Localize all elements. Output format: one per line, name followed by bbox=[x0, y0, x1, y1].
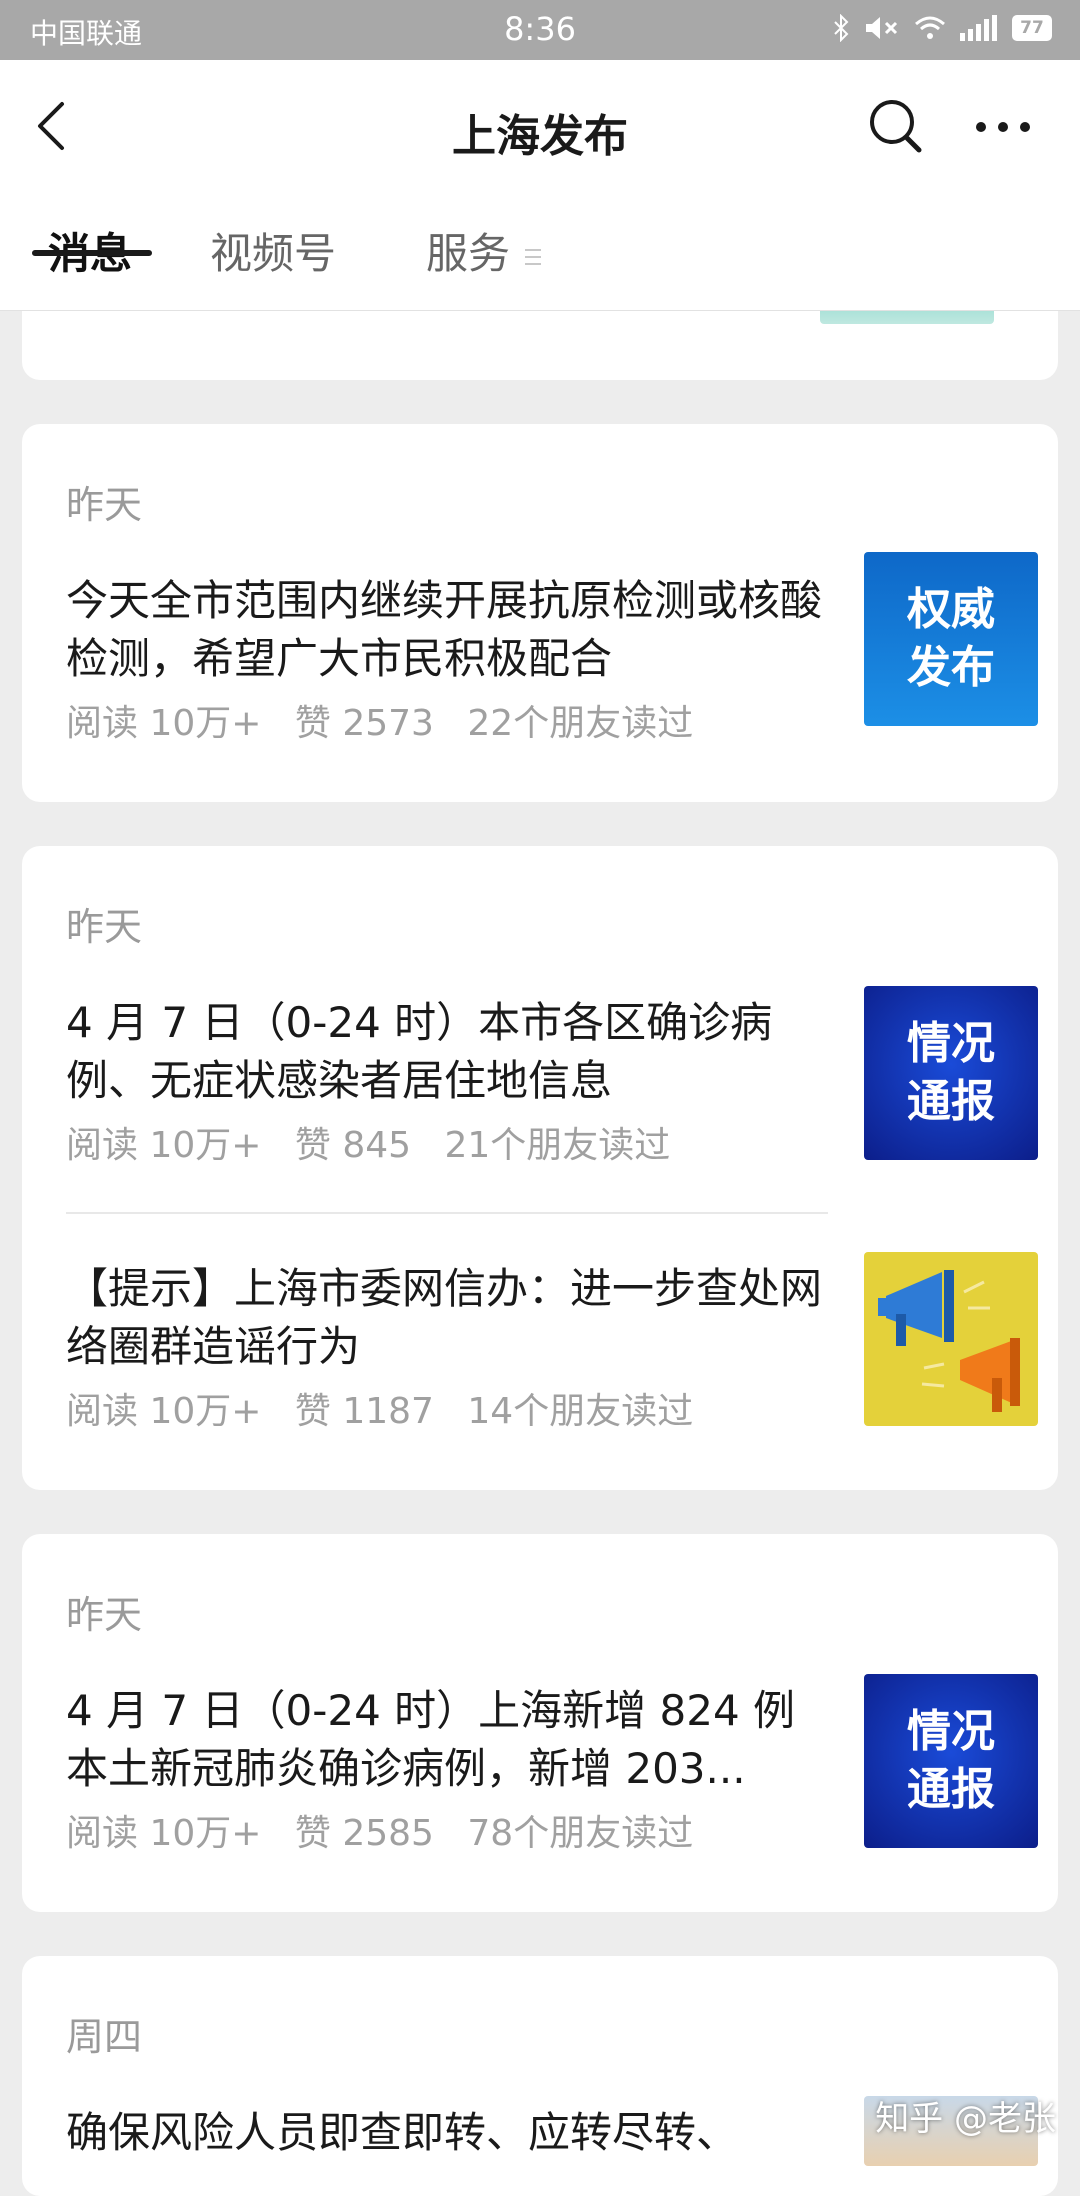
active-tab-indicator bbox=[32, 250, 152, 256]
message-card: 昨天 今天全市范围内继续开展抗原检测或核酸检测，希望广大市民积极配合 阅读 10… bbox=[22, 424, 1058, 802]
article-item[interactable]: 今天全市范围内继续开展抗原检测或核酸检测，希望广大市民积极配合 阅读 10万+ … bbox=[66, 552, 1056, 772]
article-title: 4 月 7 日（0-24 时）上海新增 824 例本土新冠肺炎确诊病例，新增 2… bbox=[66, 1686, 796, 1793]
thumbnail-text-line2: 通报 bbox=[907, 1764, 995, 1815]
friends-read: 21个朋友读过 bbox=[444, 1125, 671, 1166]
watermark: 知乎 @老张 bbox=[875, 2099, 1056, 2139]
friends-read: 22个朋友读过 bbox=[467, 703, 694, 744]
read-count: 阅读 10万+ bbox=[66, 703, 262, 744]
menu-icon bbox=[525, 249, 542, 265]
like-count: 赞 2573 bbox=[294, 703, 434, 744]
message-date: 昨天 bbox=[66, 905, 143, 949]
article-meta: 阅读 10万+ 赞 2585 78个朋友读过 bbox=[66, 1804, 715, 1856]
like-count: 赞 2585 bbox=[294, 1813, 434, 1854]
header: 上海发布 消息 视频号 服务 bbox=[0, 60, 1080, 311]
thumbnail-text-line1: 情况 bbox=[907, 1706, 995, 1757]
article-title: 4 月 7 日（0-24 时）本市各区确诊病例、无症状感染者居住地信息 bbox=[66, 998, 773, 1105]
article-item[interactable]: 【提示】上海市委网信办：进一步查处网络圈群造谣行为 阅读 10万+ 赞 1187… bbox=[66, 1252, 1056, 1460]
status-icons: 77 bbox=[832, 14, 1052, 42]
mute-icon bbox=[866, 17, 898, 39]
article-thumbnail: 权威 发布 bbox=[864, 552, 1038, 726]
thumbnail-text-line1: 权威 bbox=[907, 584, 995, 635]
like-count: 赞 1187 bbox=[294, 1391, 434, 1432]
message-card: 昨天 4 月 7 日（0-24 时）本市各区确诊病例、无症状感染者居住地信息 阅… bbox=[22, 846, 1058, 1490]
article-title: 今天全市范围内继续开展抗原检测或核酸检测，希望广大市民积极配合 bbox=[66, 576, 823, 683]
tab-services[interactable]: 服务 bbox=[426, 220, 543, 281]
tab-services-label: 服务 bbox=[426, 229, 511, 278]
article-title: 确保风险人员即查即转、应转尽转、 bbox=[66, 2108, 739, 2157]
like-count: 赞 845 bbox=[294, 1125, 412, 1166]
article-meta: 阅读 10万+ 赞 845 21个朋友读过 bbox=[66, 1116, 692, 1168]
friends-read: 78个朋友读过 bbox=[467, 1813, 694, 1854]
read-count: 阅读 10万+ bbox=[66, 1813, 262, 1854]
article-thumbnail: 情况 通报 bbox=[864, 1674, 1038, 1848]
message-card: 昨天 4 月 7 日（0-24 时）上海新增 824 例本土新冠肺炎确诊病例，新… bbox=[22, 1534, 1058, 1912]
article-meta: 阅读 10万+ 赞 2573 22个朋友读过 bbox=[66, 694, 715, 746]
article-item[interactable]: 4 月 7 日（0-24 时）本市各区确诊病例、无症状感染者居住地信息 阅读 1… bbox=[66, 986, 1056, 1194]
signal-icon bbox=[960, 15, 997, 41]
battery-icon: 77 bbox=[1012, 15, 1052, 41]
thumbnail-text-line2: 通报 bbox=[907, 1076, 995, 1127]
article-thumbnail: 情况 通报 bbox=[864, 986, 1038, 1160]
message-date: 昨天 bbox=[66, 483, 143, 527]
thumbnail-text-line1: 情况 bbox=[907, 1018, 995, 1069]
article-divider bbox=[66, 1212, 828, 1214]
tab-channels[interactable]: 视频号 bbox=[210, 220, 336, 281]
read-count: 阅读 10万+ bbox=[66, 1391, 262, 1432]
bluetooth-icon bbox=[834, 14, 849, 42]
tab-bar: 消息 视频号 服务 bbox=[0, 220, 1080, 310]
article-thumbnail bbox=[864, 1252, 1038, 1426]
thumbnail-text-line2: 发布 bbox=[907, 642, 995, 693]
message-date: 周四 bbox=[66, 2015, 143, 2059]
message-date: 昨天 bbox=[66, 1593, 143, 1637]
article-item[interactable]: 4 月 7 日（0-24 时）上海新增 824 例本土新冠肺炎确诊病例，新增 2… bbox=[66, 1674, 1056, 1882]
search-icon[interactable] bbox=[868, 96, 924, 156]
article-title: 【提示】上海市委网信办：进一步查处网络圈群造谣行为 bbox=[66, 1264, 823, 1371]
megaphone-icon bbox=[878, 1270, 1020, 1412]
wifi-icon bbox=[915, 16, 945, 39]
read-count: 阅读 10万+ bbox=[66, 1125, 262, 1166]
message-card: 周四 确保风险人员即查即转、应转尽转、 bbox=[22, 1956, 1058, 2196]
friends-read: 14个朋友读过 bbox=[467, 1391, 694, 1432]
more-icon[interactable] bbox=[975, 112, 1031, 142]
article-meta: 阅读 10万+ 赞 1187 14个朋友读过 bbox=[66, 1382, 715, 1434]
status-bar: 中国联通 8:36 77 bbox=[0, 0, 1080, 60]
